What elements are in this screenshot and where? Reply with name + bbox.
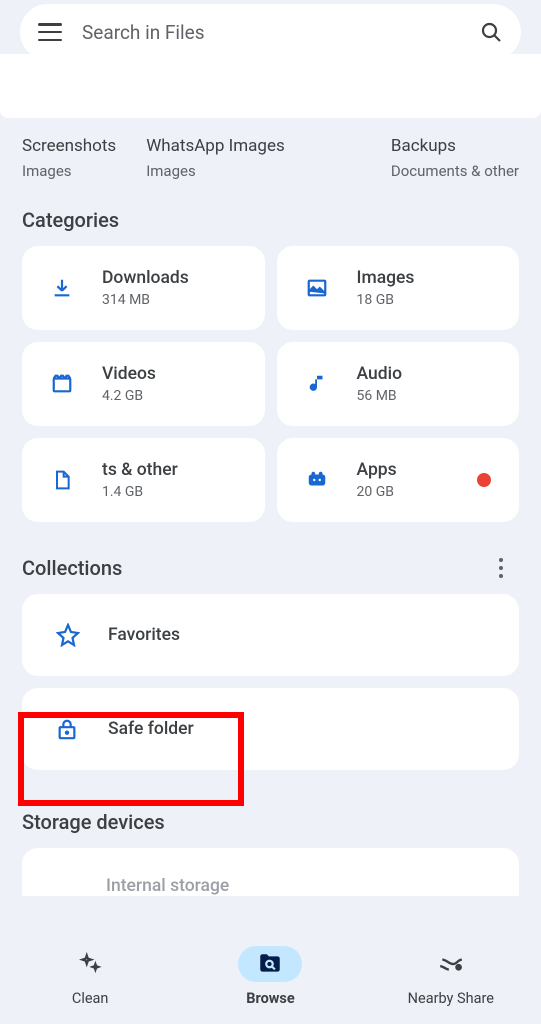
category-audio[interactable]: Audio 56 MB [277,342,520,426]
nav-label: Nearby Share [408,990,494,1007]
download-icon [50,276,74,300]
category-size: 1.4 GB [102,484,178,500]
folder-search-icon [238,946,302,982]
image-icon [305,276,329,300]
search-bar[interactable]: Search in Files [20,4,521,60]
collection-label: Safe folder [108,719,194,739]
sparkle-icon [58,946,122,982]
storage-internal[interactable]: Internal storage [22,848,519,896]
category-label: Audio [357,364,403,384]
apps-icon [305,468,329,492]
recent-title: WhatsApp Images [146,136,285,156]
share-icon [419,946,483,982]
category-size: 20 GB [357,484,397,500]
document-icon [50,468,74,492]
collections-header-row: Collections [0,522,541,594]
menu-icon[interactable] [38,23,62,41]
recent-title: Screenshots [22,136,116,156]
nav-nearby-share[interactable]: Nearby Share [362,946,541,1007]
category-videos[interactable]: Videos 4.2 GB [22,342,265,426]
nav-label: Clean [72,990,109,1007]
lock-icon [56,717,80,741]
recent-item-whatsapp[interactable]: WhatsApp Images Images [146,136,285,180]
categories-header: Categories [0,180,541,246]
recent-items-row: Screenshots Images WhatsApp Images Image… [0,118,541,180]
category-size: 18 GB [357,292,415,308]
collection-safe-folder[interactable]: Safe folder [22,688,519,770]
search-icon[interactable] [479,20,503,44]
star-icon [56,623,80,647]
collection-label: Favorites [108,625,180,645]
recent-subtitle: Images [22,162,116,180]
nav-label: Browse [246,990,294,1007]
storage-header: Storage devices [0,782,541,848]
category-size: 4.2 GB [102,388,156,404]
category-label: Apps [357,460,397,480]
collections-header: Collections [22,556,122,580]
nav-browse[interactable]: Browse [181,946,360,1007]
category-label: ts & other [102,460,178,480]
storage-label: Internal storage [56,876,229,896]
search-input[interactable]: Search in Files [82,21,479,44]
recent-subtitle: Documents & other [391,162,519,180]
more-icon[interactable] [499,558,503,578]
category-label: Downloads [102,268,189,288]
notification-dot [477,473,491,487]
category-size: 56 MB [357,388,403,404]
video-icon [50,372,74,396]
category-label: Videos [102,364,156,384]
category-downloads[interactable]: Downloads 314 MB [22,246,265,330]
recent-item-screenshots[interactable]: Screenshots Images [22,136,116,180]
category-apps[interactable]: Apps 20 GB [277,438,520,522]
collection-favorites[interactable]: Favorites [22,594,519,676]
recent-preview-area [0,54,541,118]
category-size: 314 MB [102,292,189,308]
categories-grid: Downloads 314 MB Images 18 GB Videos 4.2… [0,246,541,522]
nav-clean[interactable]: Clean [1,946,180,1007]
category-documents[interactable]: ts & other 1.4 GB [22,438,265,522]
audio-icon [305,372,329,396]
category-images[interactable]: Images 18 GB [277,246,520,330]
recent-subtitle: Images [146,162,285,180]
category-label: Images [357,268,415,288]
bottom-nav: Clean Browse Nearby Share [0,928,541,1024]
recent-item-backups[interactable]: Backups Documents & other [391,136,519,180]
recent-title: Backups [391,136,519,156]
